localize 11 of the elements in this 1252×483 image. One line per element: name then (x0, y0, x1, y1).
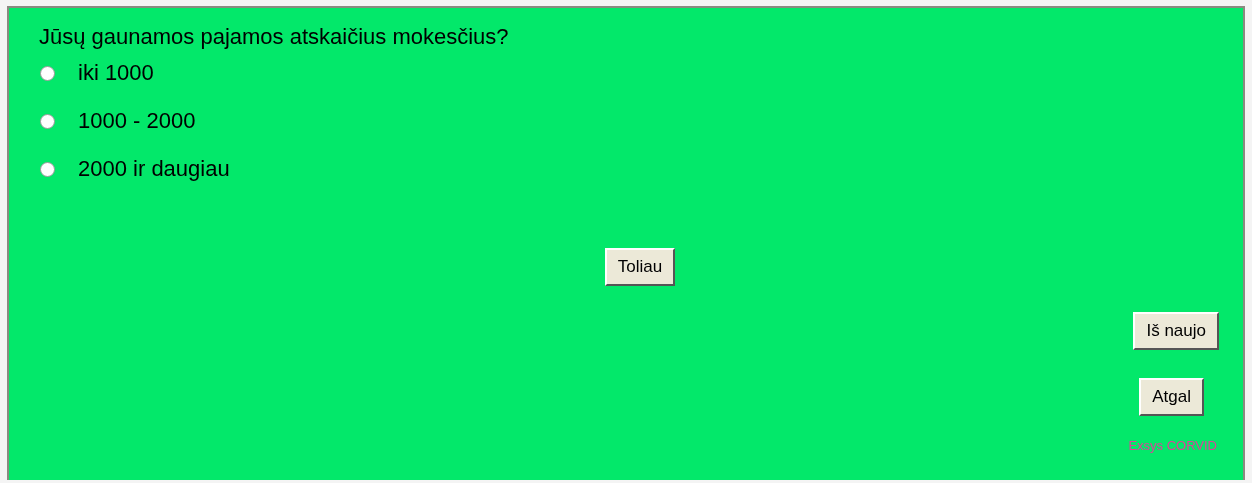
option-label[interactable]: 2000 ir daugiau (78, 156, 230, 182)
question-text: Jūsų gaunamos pajamos atskaičius mokesčius? (39, 24, 510, 50)
restart-button[interactable]: Iš naujo (1133, 312, 1219, 350)
option-label[interactable]: 1000 - 2000 (78, 108, 196, 134)
footer-text: Exsys CORVID (1128, 438, 1217, 453)
option-label[interactable]: iki 1000 (78, 60, 154, 86)
next-button[interactable]: Toliau (604, 248, 676, 286)
radio-button[interactable] (40, 161, 55, 177)
back-button[interactable]: Atgal (1139, 378, 1204, 416)
radio-button[interactable] (40, 113, 55, 129)
radio-button[interactable] (40, 65, 55, 81)
